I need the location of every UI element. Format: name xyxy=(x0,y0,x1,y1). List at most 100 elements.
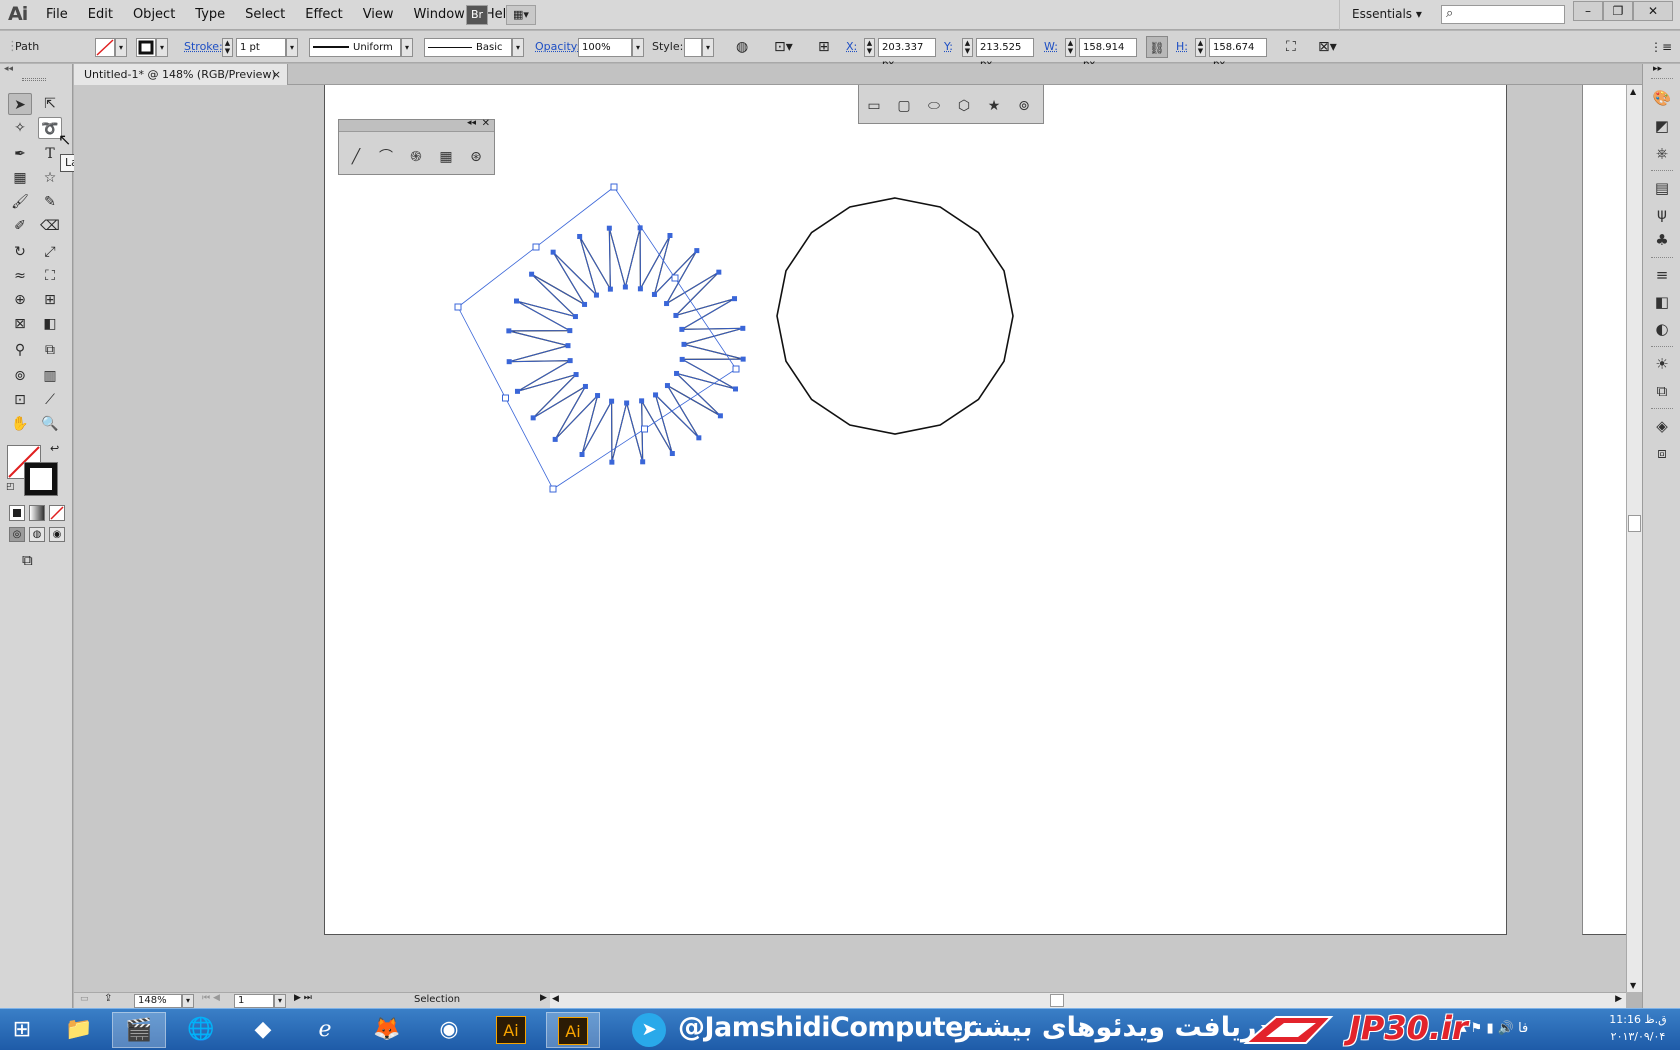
illustrator-active-icon[interactable]: Ai xyxy=(546,1012,600,1048)
h-field[interactable]: 158.674 px xyxy=(1209,38,1267,70)
scroll-down-icon[interactable]: ▼ xyxy=(1630,981,1636,990)
panel-menu-icon[interactable]: ⋮≡ xyxy=(1650,31,1672,63)
gradient-mode-icon[interactable] xyxy=(29,505,45,521)
align-icon[interactable]: ⊡▾ xyxy=(774,31,793,63)
style-swatch[interactable] xyxy=(684,38,702,57)
close-button[interactable]: ✕ xyxy=(1633,1,1673,21)
stroke-panel-icon[interactable]: ≡ xyxy=(1652,265,1672,285)
menu-effect[interactable]: Effect xyxy=(295,0,352,30)
close-panel-icon[interactable]: ✕ xyxy=(482,118,490,129)
blend-tool-icon[interactable]: ⧉ xyxy=(38,339,62,361)
star-tool-icon[interactable]: ☆ xyxy=(38,167,62,189)
stroke-weight-field[interactable]: 1 pt xyxy=(236,38,286,57)
collapse-icon[interactable]: ◂◂ xyxy=(4,64,13,74)
rectangular-grid-tool-icon[interactable]: ▦ xyxy=(435,146,457,168)
file-explorer-icon[interactable]: 📁 xyxy=(52,1012,106,1048)
zoom-field[interactable]: 148% xyxy=(134,994,182,1008)
h-spinner[interactable]: ▲ ▼ xyxy=(1195,38,1206,57)
layers-panel-icon[interactable]: ◈ xyxy=(1652,416,1672,436)
slice-tool-icon[interactable]: ⟋ xyxy=(38,389,62,411)
transparency-panel-icon[interactable]: ◐ xyxy=(1652,319,1672,339)
free-transform-tool-icon[interactable]: ⛶ xyxy=(38,265,62,287)
opacity-label[interactable]: Opacity: xyxy=(535,31,580,63)
color-mode-icon[interactable] xyxy=(9,505,25,521)
polygon-circle-shape[interactable] xyxy=(776,197,1014,435)
clock[interactable]: 11:16 ق.ظ ۲۰۱۳/۰۹/۰۴ xyxy=(1598,1011,1678,1045)
close-tab-icon[interactable]: × xyxy=(272,64,281,85)
scroll-left-icon[interactable]: ◀ xyxy=(552,994,559,1004)
hand-tool-icon[interactable]: ✋ xyxy=(8,413,32,435)
pen-tool-icon[interactable]: ✒ xyxy=(8,143,32,165)
graphic-styles-icon[interactable]: ⧉ xyxy=(1652,381,1672,401)
brush-field[interactable]: Basic xyxy=(424,38,512,57)
y-spinner[interactable]: ▲ ▼ xyxy=(962,38,973,57)
zoom-dropdown[interactable]: ▾ xyxy=(182,994,194,1008)
selected-star-shape[interactable] xyxy=(454,183,746,493)
stroke-label[interactable]: Stroke: xyxy=(184,31,223,63)
scroll-up-icon[interactable]: ▲ xyxy=(1630,87,1636,96)
opacity-dropdown[interactable]: ▾ xyxy=(632,38,644,57)
brush-dropdown[interactable]: ▾ xyxy=(512,38,524,57)
link-icon[interactable]: ⛓ xyxy=(1146,36,1168,58)
gradient-panel-icon[interactable]: ◧ xyxy=(1652,292,1672,312)
ellipse-tool-icon[interactable]: ⬭ xyxy=(923,95,945,117)
arc-tool-icon[interactable]: ⌒ xyxy=(375,146,397,168)
first-artboard-icon[interactable]: ⏮ ◀ xyxy=(202,993,220,1003)
vertical-scroll-thumb[interactable] xyxy=(1628,515,1641,532)
brushes-icon[interactable]: ψ xyxy=(1652,204,1672,224)
eraser-tool-icon[interactable]: ⌫ xyxy=(38,215,62,237)
opacity-field[interactable]: 100% xyxy=(578,38,632,57)
blob-brush-tool-icon[interactable]: ✐ xyxy=(8,215,32,237)
share-icon[interactable]: ⇪ xyxy=(104,993,112,1004)
eyedropper-tool-icon[interactable]: ⚲ xyxy=(8,339,32,361)
restore-button[interactable]: ❐ xyxy=(1603,1,1633,21)
symbol-sprayer-tool-icon[interactable]: ⊚ xyxy=(8,365,32,387)
artboard-dropdown[interactable]: ▾ xyxy=(274,994,286,1008)
gradient-tool-icon[interactable]: ◧ xyxy=(38,313,62,335)
collapse-panel-icon[interactable]: ◂◂ xyxy=(467,118,476,128)
rounded-rectangle-tool-icon[interactable]: ▢ xyxy=(893,95,915,117)
menu-type[interactable]: Type xyxy=(185,0,235,30)
language-indicator[interactable]: فا xyxy=(1518,1021,1528,1036)
transform-icon[interactable]: ⛶ xyxy=(1286,31,1296,63)
direct-selection-tool-icon[interactable]: ⇱ xyxy=(38,93,62,115)
shape-builder-tool-icon[interactable]: ⊕ xyxy=(8,289,32,311)
fill-swatch[interactable] xyxy=(95,38,115,57)
none-mode-icon[interactable] xyxy=(49,505,65,521)
appearance-panel-icon[interactable]: ☀ xyxy=(1652,354,1672,374)
stroke-dropdown[interactable]: ▾ xyxy=(156,38,168,57)
w-spinner[interactable]: ▲ ▼ xyxy=(1065,38,1076,57)
screen-mode-icon[interactable]: ⧉ xyxy=(22,551,33,569)
menu-view[interactable]: View xyxy=(353,0,404,30)
status-menu-icon[interactable]: ▶ xyxy=(540,993,547,1003)
style-dropdown[interactable]: ▾ xyxy=(702,38,714,57)
w-field[interactable]: 158.914 px xyxy=(1079,38,1137,70)
system-tray[interactable]: ▴ ⚑ ▮ 🔊 فا xyxy=(1460,1021,1528,1036)
start-button-icon[interactable]: ⊞ xyxy=(0,1012,44,1048)
chrome-icon[interactable]: ◉ xyxy=(422,1012,476,1048)
menu-object[interactable]: Object xyxy=(123,0,185,30)
color-panel-icon[interactable]: 🎨 xyxy=(1652,88,1672,108)
horizontal-scrollbar[interactable]: ◀ ▶ xyxy=(550,992,1626,1008)
reference-point-icon[interactable]: ⊞ xyxy=(818,31,830,63)
perspective-grid-tool-icon[interactable]: ⊞ xyxy=(38,289,62,311)
vertical-scrollbar[interactable]: ▲ ▼ xyxy=(1626,85,1642,992)
menu-select[interactable]: Select xyxy=(235,0,295,30)
document-tab[interactable]: Untitled-1* @ 148% (RGB/Preview) × xyxy=(74,64,288,85)
isolate-icon[interactable]: ⊠▾ xyxy=(1318,31,1337,63)
menu-window[interactable]: Window xyxy=(404,0,475,30)
x-field[interactable]: 203.337 px xyxy=(878,38,936,70)
stroke-swatch[interactable] xyxy=(136,38,156,57)
rotate-tool-icon[interactable]: ↻ xyxy=(8,241,32,263)
firefox-icon[interactable]: 🦊 xyxy=(360,1012,414,1048)
selection-tool-icon[interactable]: ➤ xyxy=(8,93,32,115)
minimize-button[interactable]: – xyxy=(1573,1,1603,21)
draw-normal-icon[interactable]: ◎ xyxy=(9,527,25,542)
magic-wand-tool-icon[interactable]: ✧ xyxy=(8,117,32,139)
scroll-right-icon[interactable]: ▶ xyxy=(1615,994,1622,1004)
swatches-icon[interactable]: ▤ xyxy=(1652,178,1672,198)
stroke-color-box[interactable] xyxy=(24,462,58,496)
stroke-weight-dropdown[interactable]: ▾ xyxy=(286,38,298,57)
menu-file[interactable]: File xyxy=(36,0,78,30)
swap-icon[interactable]: ↩ xyxy=(50,442,59,455)
